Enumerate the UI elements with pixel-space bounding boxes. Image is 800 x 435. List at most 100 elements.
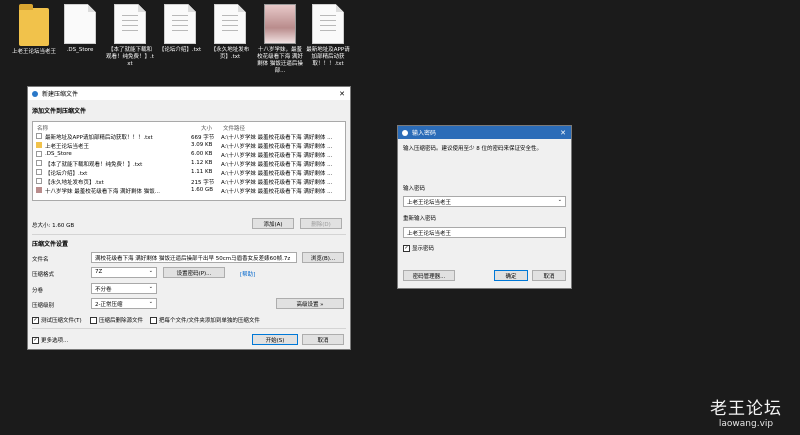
desktop-icon-file[interactable]: 【永久地址发布页】.txt <box>206 4 254 61</box>
file-icon <box>36 160 42 166</box>
password-hint: 输入压缩密码。建议使用至少 8 位的密码来保证安全性。 <box>403 146 542 152</box>
format-select[interactable]: 7Z ⌄ <box>91 267 157 278</box>
desktop-icon-file[interactable]: 【本了就能下载和观看！纯免费！】.txt <box>106 4 154 68</box>
file-name: 最新地址及APP请加部精后动获取！！！.txt <box>45 135 153 141</box>
file-size: 6.00 KB <box>191 151 213 157</box>
file-row[interactable]: 【本了就能下载和观看！纯免费！】.txt 1.12 KB A:\十八岁学妹 最羞… <box>33 159 345 168</box>
checkmark-icon: ✓ <box>32 336 39 344</box>
file-path: A:\十八岁学妹 最羞校花级看下海 满好剩体 ... <box>221 162 333 168</box>
file-path: A:\十八岁学妹 最羞校花级看下海 满好剩体 ... <box>221 180 333 186</box>
browse-button[interactable]: 浏览(B)... <box>302 252 344 263</box>
column-header-path[interactable]: 文件路径 <box>223 124 245 132</box>
folder-icon <box>36 142 42 148</box>
desktop-icon-file[interactable]: .DS_Store <box>56 4 104 54</box>
advanced-settings-button[interactable]: 高级设置 » <box>276 298 344 309</box>
file-path: A:\十八岁学妹 最羞校花级看下海 满好剩体 ... <box>221 171 333 177</box>
close-icon[interactable]: ✕ <box>334 87 350 100</box>
close-icon[interactable]: ✕ <box>555 126 571 139</box>
desktop-icon-label: 最新地址及APP请加部精后动获取！！！.txt <box>306 47 350 67</box>
split-select[interactable]: 不分卷 ⌄ <box>91 283 157 294</box>
desktop-icon-image[interactable]: 十八岁学妹，最羞校花级看下海 满好剩体 猫饭迁逼后操部... <box>256 4 304 75</box>
archive-dialog: 新建压缩文件 ✕ 添加文件到压缩文件 名称 大小 文件路径 最新地址及APP请加… <box>27 86 351 350</box>
file-row[interactable]: 【永久地址发布页】.txt 215 字节 A:\十八岁学妹 最羞校花级看下海 满… <box>33 177 345 186</box>
password-dialog: 输入密码 ✕ 输入压缩密码。建议使用至少 8 位的密码来保证安全性。 输入密码 … <box>397 125 572 289</box>
file-name: 上老王论坛当老王 <box>45 144 90 150</box>
file-size: 1.60 GB <box>191 187 214 193</box>
level-label: 压缩级别 <box>32 303 55 309</box>
desktop-icon-folder[interactable]: 上老王论坛当老王 <box>10 4 58 56</box>
desktop-icon-file[interactable]: 最新地址及APP请加部精后动获取！！！.txt <box>304 4 352 68</box>
file-icon <box>64 4 96 44</box>
archive-dialog-title: 新建压缩文件 <box>42 91 79 98</box>
file-size: 1.12 KB <box>191 160 213 166</box>
reenter-password-input[interactable]: 上老王论坛当老王 <box>403 227 566 238</box>
help-link[interactable]: [帮助] <box>240 270 255 278</box>
column-header-size[interactable]: 大小 <box>201 124 212 132</box>
watermark-title: 老王论坛 <box>710 399 782 419</box>
file-name: 【本了就能下载和观看！纯免费！】.txt <box>45 162 143 168</box>
file-name: 【永久地址发布页】.txt <box>45 180 104 186</box>
start-button[interactable]: 开始(S) <box>252 334 298 345</box>
reenter-password-label: 重新输入密码 <box>403 216 437 222</box>
file-icon <box>36 169 42 175</box>
file-path: A:\十八岁学妹 最羞校花级看下海 满好剩体 ... <box>221 189 333 195</box>
file-row[interactable]: 最新地址及APP请加部精后动获取！！！.txt 669 字节 A:\十八岁学妹 … <box>33 132 345 141</box>
test-archive-checkbox[interactable]: ✓ 测试压缩文件(T) <box>32 316 82 324</box>
delete-source-checkbox[interactable]: 压缩后删除源文件 <box>90 316 143 324</box>
ok-button[interactable]: 确定 <box>494 270 528 281</box>
checkmark-icon: ✓ <box>403 244 410 252</box>
desktop-icon-file[interactable]: 【论坛介绍】.txt <box>156 4 204 54</box>
file-path: A:\十八岁学妹 最羞校花级看下海 满好剩体 ... <box>221 153 333 159</box>
level-select[interactable]: 2-正常压缩 ⌄ <box>91 298 157 309</box>
file-list[interactable]: 名称 大小 文件路径 最新地址及APP请加部精后动获取！！！.txt 669 字… <box>32 121 346 201</box>
add-button[interactable]: 添加(A) <box>252 218 294 229</box>
show-password-label: 显示密码 <box>412 246 435 252</box>
archive-dialog-titlebar: 新建压缩文件 ✕ <box>28 87 350 100</box>
more-options-checkbox[interactable]: ✓ 更多选项... <box>32 336 68 344</box>
delete-button[interactable]: 删除(D) <box>300 218 342 229</box>
folder-icon <box>19 4 49 46</box>
file-row[interactable]: 十八岁学妹 最羞校花级看下海 满好剩体 猫饭... 1.60 GB A:\十八岁… <box>33 186 345 195</box>
chevron-down-icon: ⌄ <box>557 197 562 203</box>
cancel-button[interactable]: 取消 <box>532 270 566 281</box>
format-value: 7Z <box>95 269 103 275</box>
file-icon <box>214 4 246 44</box>
desktop-icon-label: 【论坛介绍】.txt <box>158 47 202 53</box>
file-row[interactable]: 上老王论坛当老王 3.09 KB A:\十八岁学妹 最羞校花级看下海 满好剩体 … <box>33 141 345 150</box>
section-add-title: 添加文件到压缩文件 <box>32 108 87 115</box>
filename-input[interactable]: 满校花级看下海 满好剩体 猫饭迁逼后操部千出早 50cm马眉香女反差婊60帧.7… <box>91 252 297 263</box>
password-manager-button[interactable]: 密码管理器... <box>403 270 455 281</box>
set-password-button[interactable]: 设置密码(P)... <box>163 267 225 278</box>
cancel-button[interactable]: 取消 <box>302 334 344 345</box>
desktop-icon-label: 十八岁学妹，最羞校花级看下海 满好剩体 猫饭迁逼后操部... <box>257 47 303 74</box>
file-icon <box>36 151 42 157</box>
checkmark-icon: ✓ <box>32 316 39 324</box>
file-icon <box>114 4 146 44</box>
desktop-icon-label: 【本了就能下载和观看！纯免费！】.txt <box>106 47 154 67</box>
password-dialog-title: 输入密码 <box>412 130 437 137</box>
total-size: 总大小: 1.60 GB <box>32 223 75 229</box>
column-header-name[interactable]: 名称 <box>37 124 48 132</box>
divider <box>32 328 346 329</box>
file-list-header: 名称 大小 文件路径 <box>33 123 345 132</box>
divider <box>32 234 346 235</box>
enter-password-input[interactable]: 上老王论坛当老王 ⌄ <box>403 196 566 207</box>
file-size: 1.11 KB <box>191 169 213 175</box>
checkbox-icon <box>90 316 97 324</box>
file-row[interactable]: .DS_Store 6.00 KB A:\十八岁学妹 最羞校花级看下海 满好剩体… <box>33 150 345 159</box>
file-icon <box>36 133 42 139</box>
file-size: 3.09 KB <box>191 142 213 148</box>
desktop-icon-label: .DS_Store <box>66 47 94 53</box>
checkbox-icon <box>150 316 157 324</box>
file-path: A:\十八岁学妹 最羞校花级看下海 满好剩体 ... <box>221 135 333 141</box>
show-password-checkbox[interactable]: ✓ 显示密码 <box>403 244 434 252</box>
watermark: 老王论坛 laowang.vip <box>710 394 782 429</box>
section-settings-title: 压缩文件设置 <box>32 241 69 248</box>
file-size: 669 字节 <box>191 135 215 141</box>
file-row[interactable]: 【论坛介绍】.txt 1.11 KB A:\十八岁学妹 最羞校花级看下海 满好剩… <box>33 168 345 177</box>
image-file-icon <box>36 187 42 193</box>
app-icon <box>32 90 38 97</box>
desktop-icon-label: 【永久地址发布页】.txt <box>210 47 250 60</box>
file-name: 【论坛介绍】.txt <box>45 171 88 177</box>
each-separately-checkbox[interactable]: 把每个文件/文件夹添加到单独的压缩文件 <box>150 316 260 324</box>
